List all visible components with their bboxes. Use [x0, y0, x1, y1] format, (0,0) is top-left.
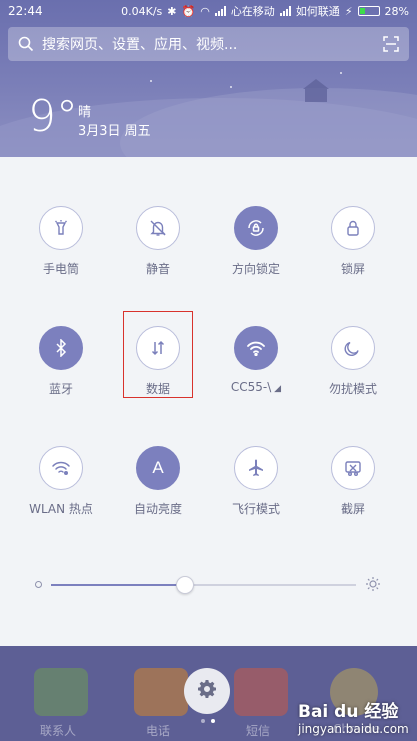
brightness-track[interactable]: [51, 576, 356, 594]
messages-app-icon: [234, 668, 288, 716]
page-dot-active: [211, 719, 215, 723]
auto-brightness-icon: A: [136, 446, 180, 490]
page-dot: [201, 719, 205, 723]
dock-label: 电话: [146, 724, 171, 738]
battery-fill: [359, 8, 365, 14]
brightness-high-icon: [365, 576, 381, 596]
settings-button[interactable]: [184, 668, 230, 714]
lock-icon: [331, 206, 375, 250]
bluetooth-status-icon: ✱: [167, 4, 177, 18]
wallpaper-star: [230, 86, 232, 88]
wallpaper-star: [150, 80, 152, 82]
toggle-do-not-disturb[interactable]: 勿扰模式: [308, 326, 398, 397]
wifi-arrow-icon: ◢: [271, 384, 282, 394]
dock-label: 短信: [246, 724, 271, 738]
wifi-status-icon: ◠: [200, 4, 210, 18]
charging-icon: ⚡: [344, 4, 353, 18]
bluetooth-icon: [39, 326, 83, 370]
tile-label: 自动亮度: [133, 502, 182, 516]
rotation-lock-icon: [234, 206, 278, 250]
toggle-lock-screen[interactable]: 锁屏: [308, 206, 398, 277]
weather-temperature[interactable]: 9°: [28, 95, 78, 139]
screenshot-icon: [331, 446, 375, 490]
toggle-flashlight[interactable]: 手电筒: [16, 206, 106, 277]
tile-label: 手电筒: [42, 262, 79, 276]
toggle-airplane-mode[interactable]: 飞行模式: [211, 446, 301, 517]
contacts-app-icon: [34, 668, 88, 716]
carrier-name-1: 心在移动: [230, 5, 275, 18]
bell-muted-icon: [136, 206, 180, 250]
airplane-icon: [234, 446, 278, 490]
battery-icon: [357, 6, 380, 16]
tile-label: 蓝牙: [48, 382, 73, 396]
brightness-thumb[interactable]: [176, 576, 195, 594]
toggle-wifi[interactable]: CC55-\ ◢: [211, 326, 301, 394]
weather-condition: 晴: [78, 105, 92, 120]
tile-label: 截屏: [340, 502, 365, 516]
hotspot-icon: [39, 446, 83, 490]
tile-label: 静音: [145, 262, 170, 276]
tile-label: 锁屏: [340, 262, 365, 276]
status-bar: 22:44 0.04K/s ✱ ⏰ ◠ 心在移动 如何联通 ⚡ 28%: [0, 0, 417, 22]
search-bar[interactable]: 搜索网页、设置、应用、视频...: [8, 27, 409, 61]
toggle-bluetooth[interactable]: 蓝牙: [16, 326, 106, 397]
wallpaper-house-icon: [303, 79, 329, 102]
status-time: 22:44: [8, 4, 43, 18]
toggle-screenshot[interactable]: 截屏: [308, 446, 398, 517]
toggle-auto-brightness[interactable]: A 自动亮度: [113, 446, 203, 517]
highlight-box: [123, 311, 193, 398]
battery-percent: 28%: [384, 4, 409, 18]
phone-app-icon: [134, 668, 188, 716]
tile-label: 飞行模式: [231, 502, 280, 516]
watermark: Bai du 经验 jingyan.baidu.com: [298, 697, 409, 736]
watermark-url: jingyan.baidu.com: [298, 722, 409, 736]
moon-icon: [331, 326, 375, 370]
tile-label: WLAN 热点: [29, 502, 93, 516]
toggle-rotation-lock[interactable]: 方向锁定: [211, 206, 301, 277]
status-icons: 0.04K/s ✱ ⏰ ◠ 心在移动 如何联通 ⚡ 28%: [121, 3, 409, 19]
brightness-slider[interactable]: [33, 575, 383, 595]
weather-date: 3月3日 周五: [78, 124, 151, 139]
watermark-brand: Bai du 经验: [298, 702, 399, 722]
search-icon: [18, 36, 34, 52]
toggle-silent[interactable]: 静音: [113, 206, 203, 277]
wifi-network-name: CC55-\: [230, 380, 272, 394]
brightness-low-icon: [35, 581, 42, 588]
page-indicator: [201, 719, 215, 723]
carrier-name-2: 如何联通: [295, 5, 340, 18]
search-placeholder: 搜索网页、设置、应用、视频...: [42, 37, 238, 53]
gear-icon: [197, 679, 217, 703]
tile-label: 方向锁定: [231, 262, 280, 276]
tile-label: 勿扰模式: [328, 382, 377, 396]
tile-label: CC55-\ ◢: [211, 380, 301, 394]
signal-icon: [279, 6, 291, 16]
auto-brightness-letter: A: [152, 458, 164, 477]
alarm-icon: ⏰: [181, 4, 196, 18]
network-speed: 0.04K/s: [121, 4, 163, 18]
signal-icon: [214, 6, 226, 16]
scan-icon[interactable]: [383, 36, 399, 52]
brightness-fill: [51, 584, 186, 586]
wallpaper-star: [340, 72, 342, 74]
flashlight-icon: [39, 206, 83, 250]
wifi-icon: [234, 326, 278, 370]
toggle-hotspot[interactable]: WLAN 热点: [16, 446, 106, 517]
dock-label: 联系人: [40, 724, 77, 738]
